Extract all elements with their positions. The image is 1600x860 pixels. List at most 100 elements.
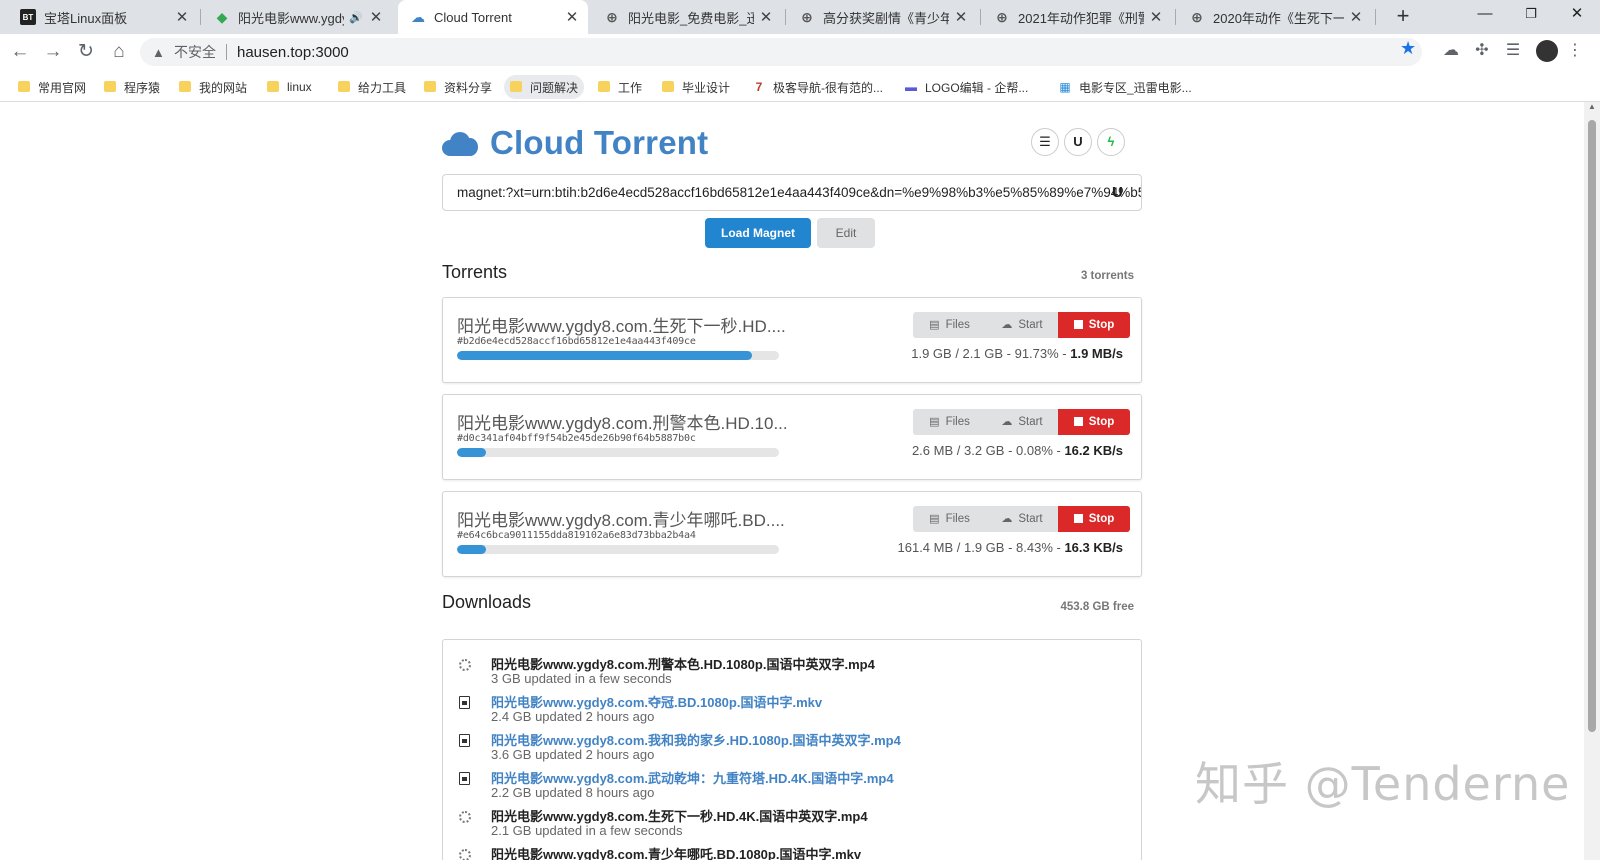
files-button[interactable]: ▤ Files bbox=[913, 312, 986, 338]
home-icon[interactable]: ⌂ bbox=[107, 40, 131, 64]
cloud-icon: ☁ bbox=[411, 8, 425, 25]
bookmark-site[interactable]: ▬ LOGO编辑 - 企帮... bbox=[898, 75, 1034, 99]
video-file-icon bbox=[459, 734, 470, 747]
download-item[interactable]: 阳光电影www.ygdy8.com.我和我的家乡.HD.1080p.国语中英双字… bbox=[457, 730, 1117, 768]
start-button[interactable]: ☁ Start bbox=[986, 506, 1058, 532]
folder-icon bbox=[510, 80, 522, 92]
bookmark-folder[interactable]: 工作 bbox=[592, 75, 648, 99]
menu-dots-icon[interactable]: ⋮ bbox=[1564, 40, 1586, 62]
zhihu-watermark: 知乎 @Tenderne bbox=[1195, 757, 1571, 811]
files-button[interactable]: ▤ Files bbox=[913, 409, 986, 435]
maximize-button[interactable]: ❐ bbox=[1508, 0, 1554, 30]
download-item[interactable]: 阳光电影www.ygdy8.com.武动乾坤：九重符塔.HD.4K.国语中字.m… bbox=[457, 768, 1117, 806]
audio-icon[interactable]: 🔊 bbox=[348, 11, 364, 24]
tab-shengsi[interactable]: ⊕ 2020年动作《生死下一秒》 ✕ bbox=[1177, 0, 1372, 34]
start-button[interactable]: ☁ Start bbox=[986, 409, 1058, 435]
geek-nav-icon: 7 bbox=[755, 80, 763, 94]
load-magnet-button[interactable]: Load Magnet bbox=[705, 218, 811, 248]
download-meta: 3.6 GB updated 2 hours ago bbox=[491, 747, 655, 762]
page-scrollbar[interactable]: ▲ bbox=[1584, 102, 1600, 860]
tab-cloud-torrent[interactable]: ☁ Cloud Torrent ✕ bbox=[398, 0, 588, 34]
tab-title: 宝塔Linux面板 bbox=[44, 10, 128, 26]
bookmark-folder[interactable]: 我的网站 bbox=[173, 75, 253, 99]
tab-title: 阳光电影www.ygdy8.com bbox=[238, 10, 344, 26]
bookmark-folder[interactable]: 问题解决 bbox=[504, 75, 585, 99]
cloud-download-icon: ☁ bbox=[1001, 416, 1013, 428]
start-button[interactable]: ☁ Start bbox=[986, 312, 1058, 338]
media-queue-icon[interactable]: ☰ bbox=[1502, 40, 1524, 62]
tab-xingjing[interactable]: ⊕ 2021年动作犯罪《刑警本色》 ✕ bbox=[982, 0, 1172, 34]
file-icon: ▤ bbox=[929, 319, 940, 331]
file-icon: ▤ bbox=[929, 416, 940, 428]
back-arrow-icon[interactable]: ← bbox=[8, 40, 32, 64]
torrent-card: 阳光电影www.ygdy8.com.刑警本色.HD.10... #d0c341a… bbox=[442, 394, 1142, 480]
bookmark-folder[interactable]: 常用官网 bbox=[12, 75, 92, 99]
app-title: Cloud Torrent bbox=[490, 124, 709, 161]
tab-baota[interactable]: BT 宝塔Linux面板 ✕ bbox=[8, 0, 198, 34]
bookmark-site[interactable]: 7 极客导航-很有范的... bbox=[746, 75, 889, 99]
download-meta: 2.4 GB updated 2 hours ago bbox=[491, 709, 655, 724]
close-tab-icon[interactable]: ✕ bbox=[174, 8, 190, 26]
bookmark-folder[interactable]: 给力工具 bbox=[332, 75, 412, 99]
bookmark-folder[interactable]: 毕业设计 bbox=[656, 75, 736, 99]
stop-icon bbox=[1073, 320, 1083, 329]
url-text[interactable]: hausen.top:3000 bbox=[237, 44, 349, 61]
security-label[interactable]: 不安全 bbox=[174, 42, 216, 62]
magnet-icon[interactable]: U bbox=[1064, 128, 1092, 156]
close-tab-icon[interactable]: ✕ bbox=[1148, 8, 1164, 26]
bookmark-star-icon[interactable]: ★ bbox=[1400, 38, 1416, 59]
cloud-download-icon: ☁ bbox=[1001, 513, 1013, 525]
minimize-button[interactable]: — bbox=[1462, 0, 1508, 30]
puzzle-icon[interactable]: ✣ bbox=[1471, 40, 1493, 62]
tab-ygdy8[interactable]: ◆ 阳光电影www.ygdy8.com 🔊 ✕ bbox=[202, 0, 392, 34]
list-icon[interactable]: ☰ bbox=[1031, 128, 1059, 156]
bookmark-folder[interactable]: 资料分享 bbox=[418, 75, 498, 99]
close-window-button[interactable]: ✕ bbox=[1554, 0, 1600, 30]
torrent-stats: 2.6 MB / 3.2 GB - 0.08% - 16.2 KB/s bbox=[911, 443, 1123, 458]
close-tab-icon[interactable]: ✕ bbox=[758, 8, 774, 26]
download-item[interactable]: 阳光电影www.ygdy8.com.夺冠.BD.1080p.国语中字.mkv 2… bbox=[457, 692, 1117, 730]
download-item[interactable]: 阳光电影www.ygdy8.com.青少年哪吒.BD.1080p.国语中字.mk… bbox=[457, 844, 1117, 860]
bolt-icon[interactable]: ϟ bbox=[1097, 128, 1125, 156]
address-bar[interactable]: ▲ 不安全 hausen.top:3000 bbox=[140, 38, 1422, 66]
spinner-icon bbox=[459, 659, 471, 671]
avatar[interactable] bbox=[1536, 40, 1558, 62]
download-name: 阳光电影www.ygdy8.com.青少年哪吒.BD.1080p.国语中字.mk… bbox=[491, 847, 862, 860]
stop-button[interactable]: Stop bbox=[1058, 312, 1130, 338]
video-file-icon bbox=[459, 772, 470, 785]
download-item[interactable]: 阳光电影www.ygdy8.com.刑警本色.HD.1080p.国语中英双字.m… bbox=[457, 654, 1117, 692]
reload-icon[interactable]: ↻ bbox=[74, 40, 98, 64]
diamond-icon: ◆ bbox=[216, 8, 228, 25]
bookmark-folder[interactable]: 程序猿 bbox=[98, 75, 166, 99]
app-logo: Cloud Torrent bbox=[442, 124, 708, 162]
scroll-thumb[interactable] bbox=[1588, 120, 1596, 732]
folder-icon bbox=[179, 80, 191, 92]
warning-icon[interactable]: ▲ bbox=[152, 45, 168, 60]
files-button[interactable]: ▤ Files bbox=[913, 506, 986, 532]
close-tab-icon[interactable]: ✕ bbox=[1348, 8, 1364, 26]
globe-icon: ⊕ bbox=[801, 8, 813, 25]
tab-ygdy8-home[interactable]: ⊕ 阳光电影_免费电影_迅雷电影下载 ✕ bbox=[592, 0, 782, 34]
spinner-icon bbox=[459, 811, 471, 823]
extension-cloud-icon[interactable]: ☁ bbox=[1440, 40, 1462, 62]
stop-button[interactable]: Stop bbox=[1058, 409, 1130, 435]
scroll-up-icon[interactable]: ▲ bbox=[1584, 102, 1600, 116]
close-tab-icon[interactable]: ✕ bbox=[368, 8, 384, 26]
bookmark-folder[interactable]: linux bbox=[261, 75, 318, 99]
edit-button[interactable]: Edit bbox=[817, 218, 875, 248]
stop-icon bbox=[1073, 417, 1083, 426]
torrents-count: 3 torrents bbox=[1080, 270, 1134, 282]
new-tab-button[interactable]: + bbox=[1390, 4, 1416, 30]
download-meta: 2.2 GB updated 8 hours ago bbox=[491, 785, 655, 800]
magnet-input[interactable]: magnet:?xt=urn:btih:b2d6e4ecd528accf16bd… bbox=[442, 174, 1142, 211]
bookmark-site[interactable]: ▦ 电影专区_迅雷电影... bbox=[1052, 75, 1198, 99]
download-item[interactable]: 阳光电影www.ygdy8.com.生死下一秒.HD.4K.国语中英双字.mp4… bbox=[457, 806, 1117, 844]
spinner-icon bbox=[459, 849, 471, 860]
video-file-icon bbox=[459, 696, 470, 709]
close-tab-icon[interactable]: ✕ bbox=[564, 8, 580, 26]
close-tab-icon[interactable]: ✕ bbox=[953, 8, 969, 26]
forward-arrow-icon[interactable]: → bbox=[41, 40, 65, 64]
stop-button[interactable]: Stop bbox=[1058, 506, 1130, 532]
folder-icon bbox=[598, 80, 610, 92]
tab-qingshaonian[interactable]: ⊕ 高分获奖剧情《青少年哪吒》 ✕ bbox=[787, 0, 977, 34]
